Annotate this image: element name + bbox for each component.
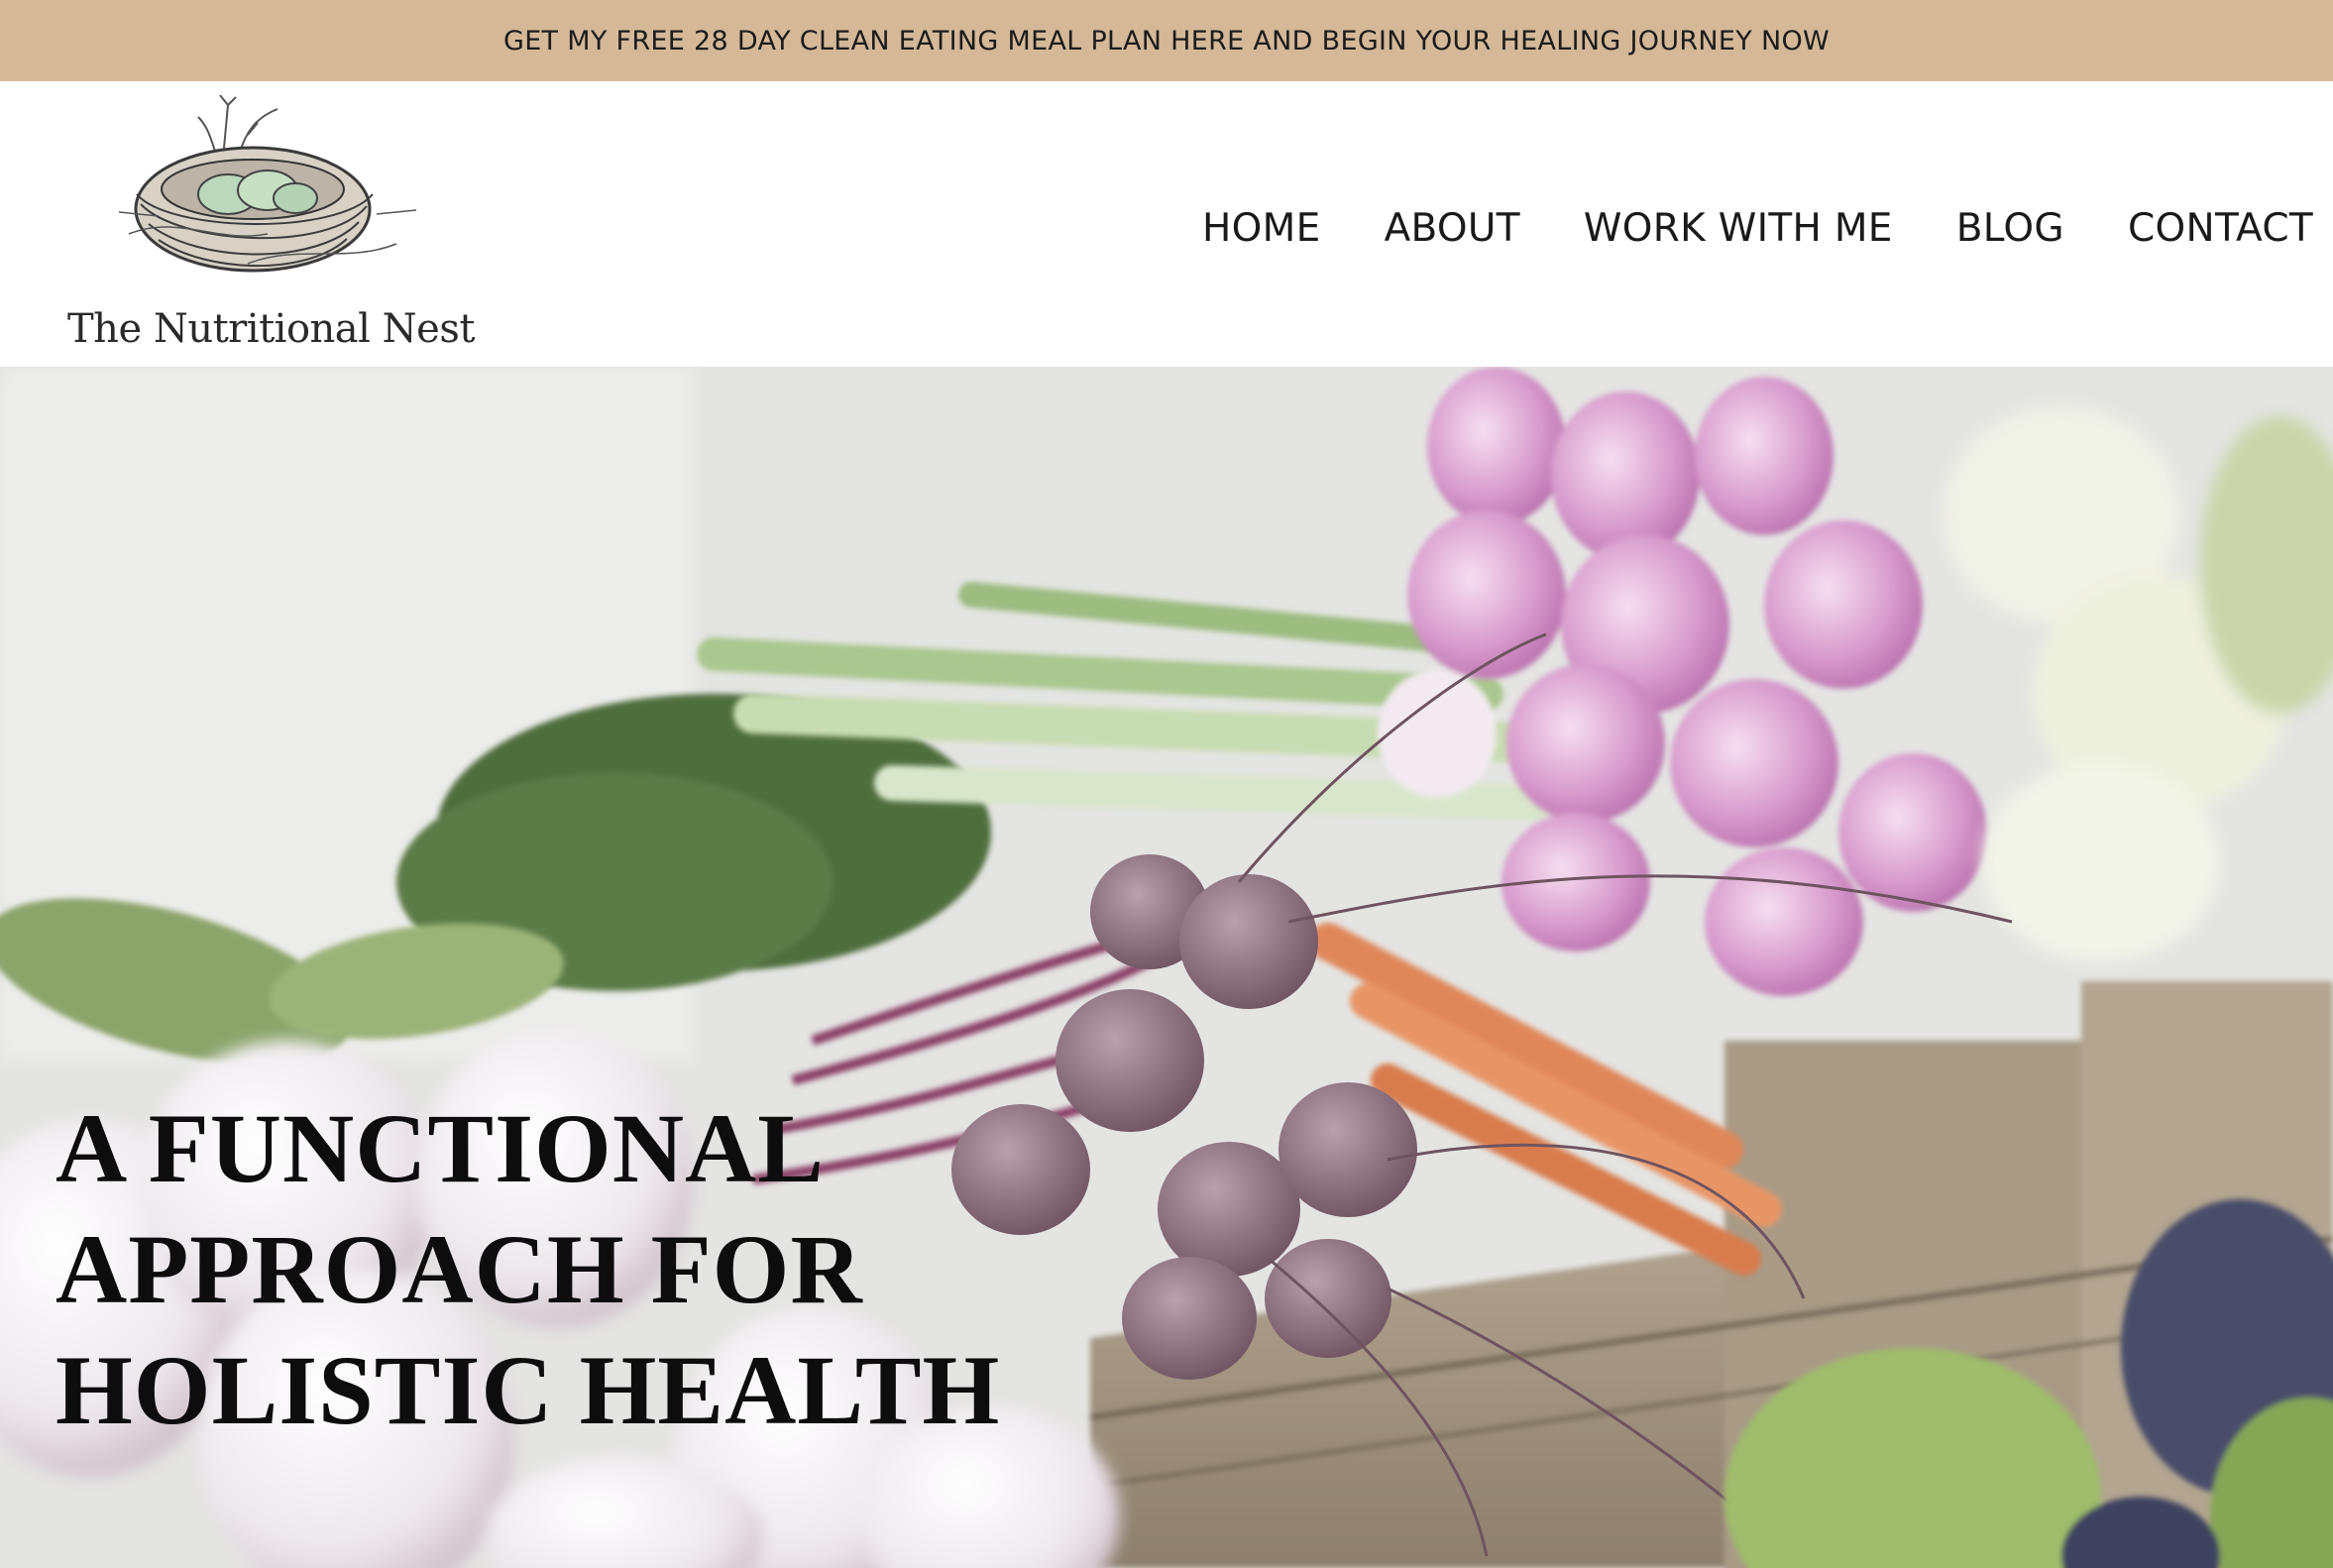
announcement-bar[interactable]: GET MY FREE 28 DAY CLEAN EATING MEAL PLA… [0, 0, 2333, 81]
hero-headline: A FUNCTIONAL APPROACH FOR HOLISTIC HEALT… [56, 1088, 1047, 1451]
nav-blog[interactable]: BLOG [1956, 206, 2064, 251]
logo-text: The Nutritional Nest [67, 306, 475, 352]
site-header: The Nutritional Nest HOME ABOUT WORK WIT… [0, 81, 2333, 367]
main-nav: HOME ABOUT WORK WITH ME BLOG CONTACT [1202, 198, 2313, 258]
nav-contact[interactable]: CONTACT [2128, 206, 2313, 251]
nav-about[interactable]: ABOUT [1385, 206, 1520, 251]
nav-work-with-me[interactable]: WORK WITH ME [1584, 206, 1893, 251]
announcement-text[interactable]: GET MY FREE 28 DAY CLEAN EATING MEAL PLA… [503, 26, 1830, 56]
headline-line: HOLISTIC HEALTH [56, 1335, 1001, 1445]
logo[interactable]: The Nutritional Nest [59, 95, 476, 363]
nest-icon [118, 95, 417, 273]
headline-line: A FUNCTIONAL [56, 1093, 825, 1203]
hero-section: A FUNCTIONAL APPROACH FOR HOLISTIC HEALT… [0, 367, 2333, 1568]
nav-home[interactable]: HOME [1202, 206, 1321, 251]
headline-line: APPROACH FOR [56, 1214, 863, 1324]
